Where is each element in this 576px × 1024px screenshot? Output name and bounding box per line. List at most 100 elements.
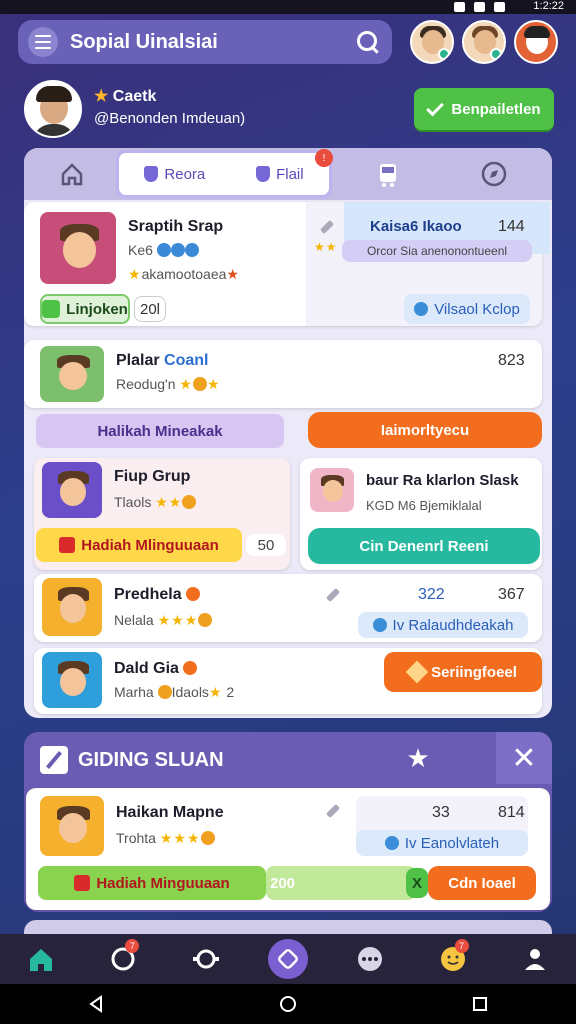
action-label: Vilsaol Kclop [434,300,520,318]
item-number-b: 814 [498,804,525,821]
reward-pill-label: Hadiah Mlinguuaan [81,536,219,554]
check-icon [42,300,61,318]
profile-avatar[interactable] [24,80,82,138]
coin-icon [182,495,197,509]
item-title: Sraptih Srap [128,218,224,235]
nav-center-action[interactable] [267,939,308,979]
primary-action-button[interactable]: Benpailetlen [414,88,554,130]
send-icon [384,836,399,850]
item-number-b: 367 [498,586,525,603]
list-item[interactable]: Haikan Mapne Trohta ★★★ 33 814 Iv Eanolv… [26,788,550,910]
system-navigation [0,984,576,1024]
notification-badge: ! [315,149,333,167]
item-title: Plalar Coanl [116,352,209,370]
category-pill[interactable]: Halikah Mineakak [36,414,284,448]
search-icon[interactable] [354,28,382,56]
verified-icon [414,302,429,316]
game-thumbnail [310,468,354,512]
avatar[interactable] [462,20,506,64]
gift-icon [59,537,76,553]
orange-action-button[interactable]: Seriingfoeel [384,652,542,692]
count-badge: 50 [246,534,286,556]
action-label: Seriingfoeel [431,663,517,681]
avatar[interactable] [514,20,558,64]
orange-action-button[interactable]: Cdn Ioael [428,866,536,900]
star-icon: ★ [94,88,109,105]
status-badge[interactable]: Linjoken [40,294,130,324]
star-icon: ★ [226,266,240,282]
item-subtitle-text: Reodug'n [116,376,176,392]
item-title-highlight: Coanl [164,352,209,369]
list-item[interactable]: Predhela Nelala ★★★ 322 367 Iv Ralaudhde… [34,574,542,642]
reward-pill[interactable]: Hadiah Mlinguuaan [36,528,242,562]
reward-pill-label: Hadiah Minguuaan [96,874,230,892]
hamburger-icon[interactable] [28,27,58,57]
compass-icon[interactable] [480,160,508,188]
app-title: Sopial Uinalsiai [70,30,218,53]
section-title: GIDING SLUAN [40,746,224,774]
info-icon [183,661,198,675]
item-number-a: 322 [418,586,445,603]
nav-home[interactable] [21,939,61,979]
stars-icon: ★ [179,376,193,392]
coin-icon [192,377,207,391]
item-tags-text: akamootoaea [141,266,227,282]
item-subtitle: Reodug'n ★ ★ [116,376,221,393]
action-button[interactable]: Iv Ralaudhdeakah [358,612,528,638]
item-number-a: 33 [432,804,450,821]
item-subtitle: Trohta ★★★ [116,830,215,847]
count-badge: 20l [134,296,166,322]
shield-icon [144,166,159,182]
list-item[interactable]: Dald Gia Marha Idaols★ 2 Seriingfoeel [34,648,542,714]
action-button[interactable]: Vilsaol Kclop [404,294,530,324]
status-badge-label: Linjoken [66,300,128,318]
list-item[interactable]: Plalar Coanl Reodug'n ★ ★ 823 [24,340,542,408]
action-label: Iv Ralaudhdeakah [392,616,514,634]
teal-action-button[interactable]: Cin Denenrl Reeni [308,528,540,564]
edit-icon[interactable] [40,746,68,774]
item-subtitle: KGD M6 Bjemiklalal [366,498,482,513]
reward-pill[interactable]: Hadiah Minguuaan [38,866,266,900]
nav-explore[interactable] [186,939,226,979]
tab-flail[interactable]: Flail [256,166,304,183]
home-circle-icon[interactable] [278,994,298,1014]
stars-icon: ★ [128,266,142,282]
item-subtitle-text: Tlaols [114,494,152,510]
close-button[interactable]: ✕ [496,732,552,784]
shield-icon [256,166,271,182]
tab-reora[interactable]: Reora [144,166,205,183]
orange-action-button[interactable]: Iaimorltyecu [308,412,542,448]
badge-icon: ★ [406,743,430,773]
action-button[interactable]: Iv Eanolvlateh [356,830,528,856]
list-item[interactable]: Sraptih Srap Ke6 ★akamootoaea★ Kaisa6 Ik… [24,202,550,326]
pin-icon[interactable] [325,803,341,819]
game-thumbnail [42,652,102,708]
more-icon [358,947,383,971]
back-icon[interactable] [86,994,106,1014]
gift-icon [74,875,91,891]
pin-icon[interactable] [325,587,341,603]
nav-notifications[interactable]: 7 [103,939,143,979]
item-tags: ★akamootoaea★ [128,266,240,283]
nav-chat[interactable] [350,939,390,979]
profile-name: ★ Caetk [94,86,156,106]
bus-icon[interactable] [374,160,402,188]
nav-profile[interactable] [515,939,555,979]
recents-icon[interactable] [470,994,490,1014]
tab-group-active: Reora Flail ! [116,149,333,198]
item-subtitle: Marha Idaols★ 2 [114,684,234,701]
side-number: 144 [498,218,525,235]
close-icon: ✕ [511,741,537,775]
list-item[interactable]: Fiup Grup Tlaols ★★ Hadiah Mlinguuaan 50 [34,458,290,570]
item-subtitle: Ke6 [128,242,199,258]
nav-rewards[interactable]: 7 [433,939,473,979]
list-item[interactable]: baur Ra klarlon Slask KGD M6 Bjemiklalal… [300,458,542,570]
top-bar: Sopial Uinalsiai [18,20,392,64]
stars-icon: ★★ [314,240,338,254]
home-outline-icon[interactable] [58,160,86,188]
profile-name-text: Caetk [112,88,157,105]
signal-icon [454,2,465,12]
avatar[interactable] [410,20,454,64]
item-title: Predhela [114,586,201,604]
x-badge: X [406,868,428,898]
